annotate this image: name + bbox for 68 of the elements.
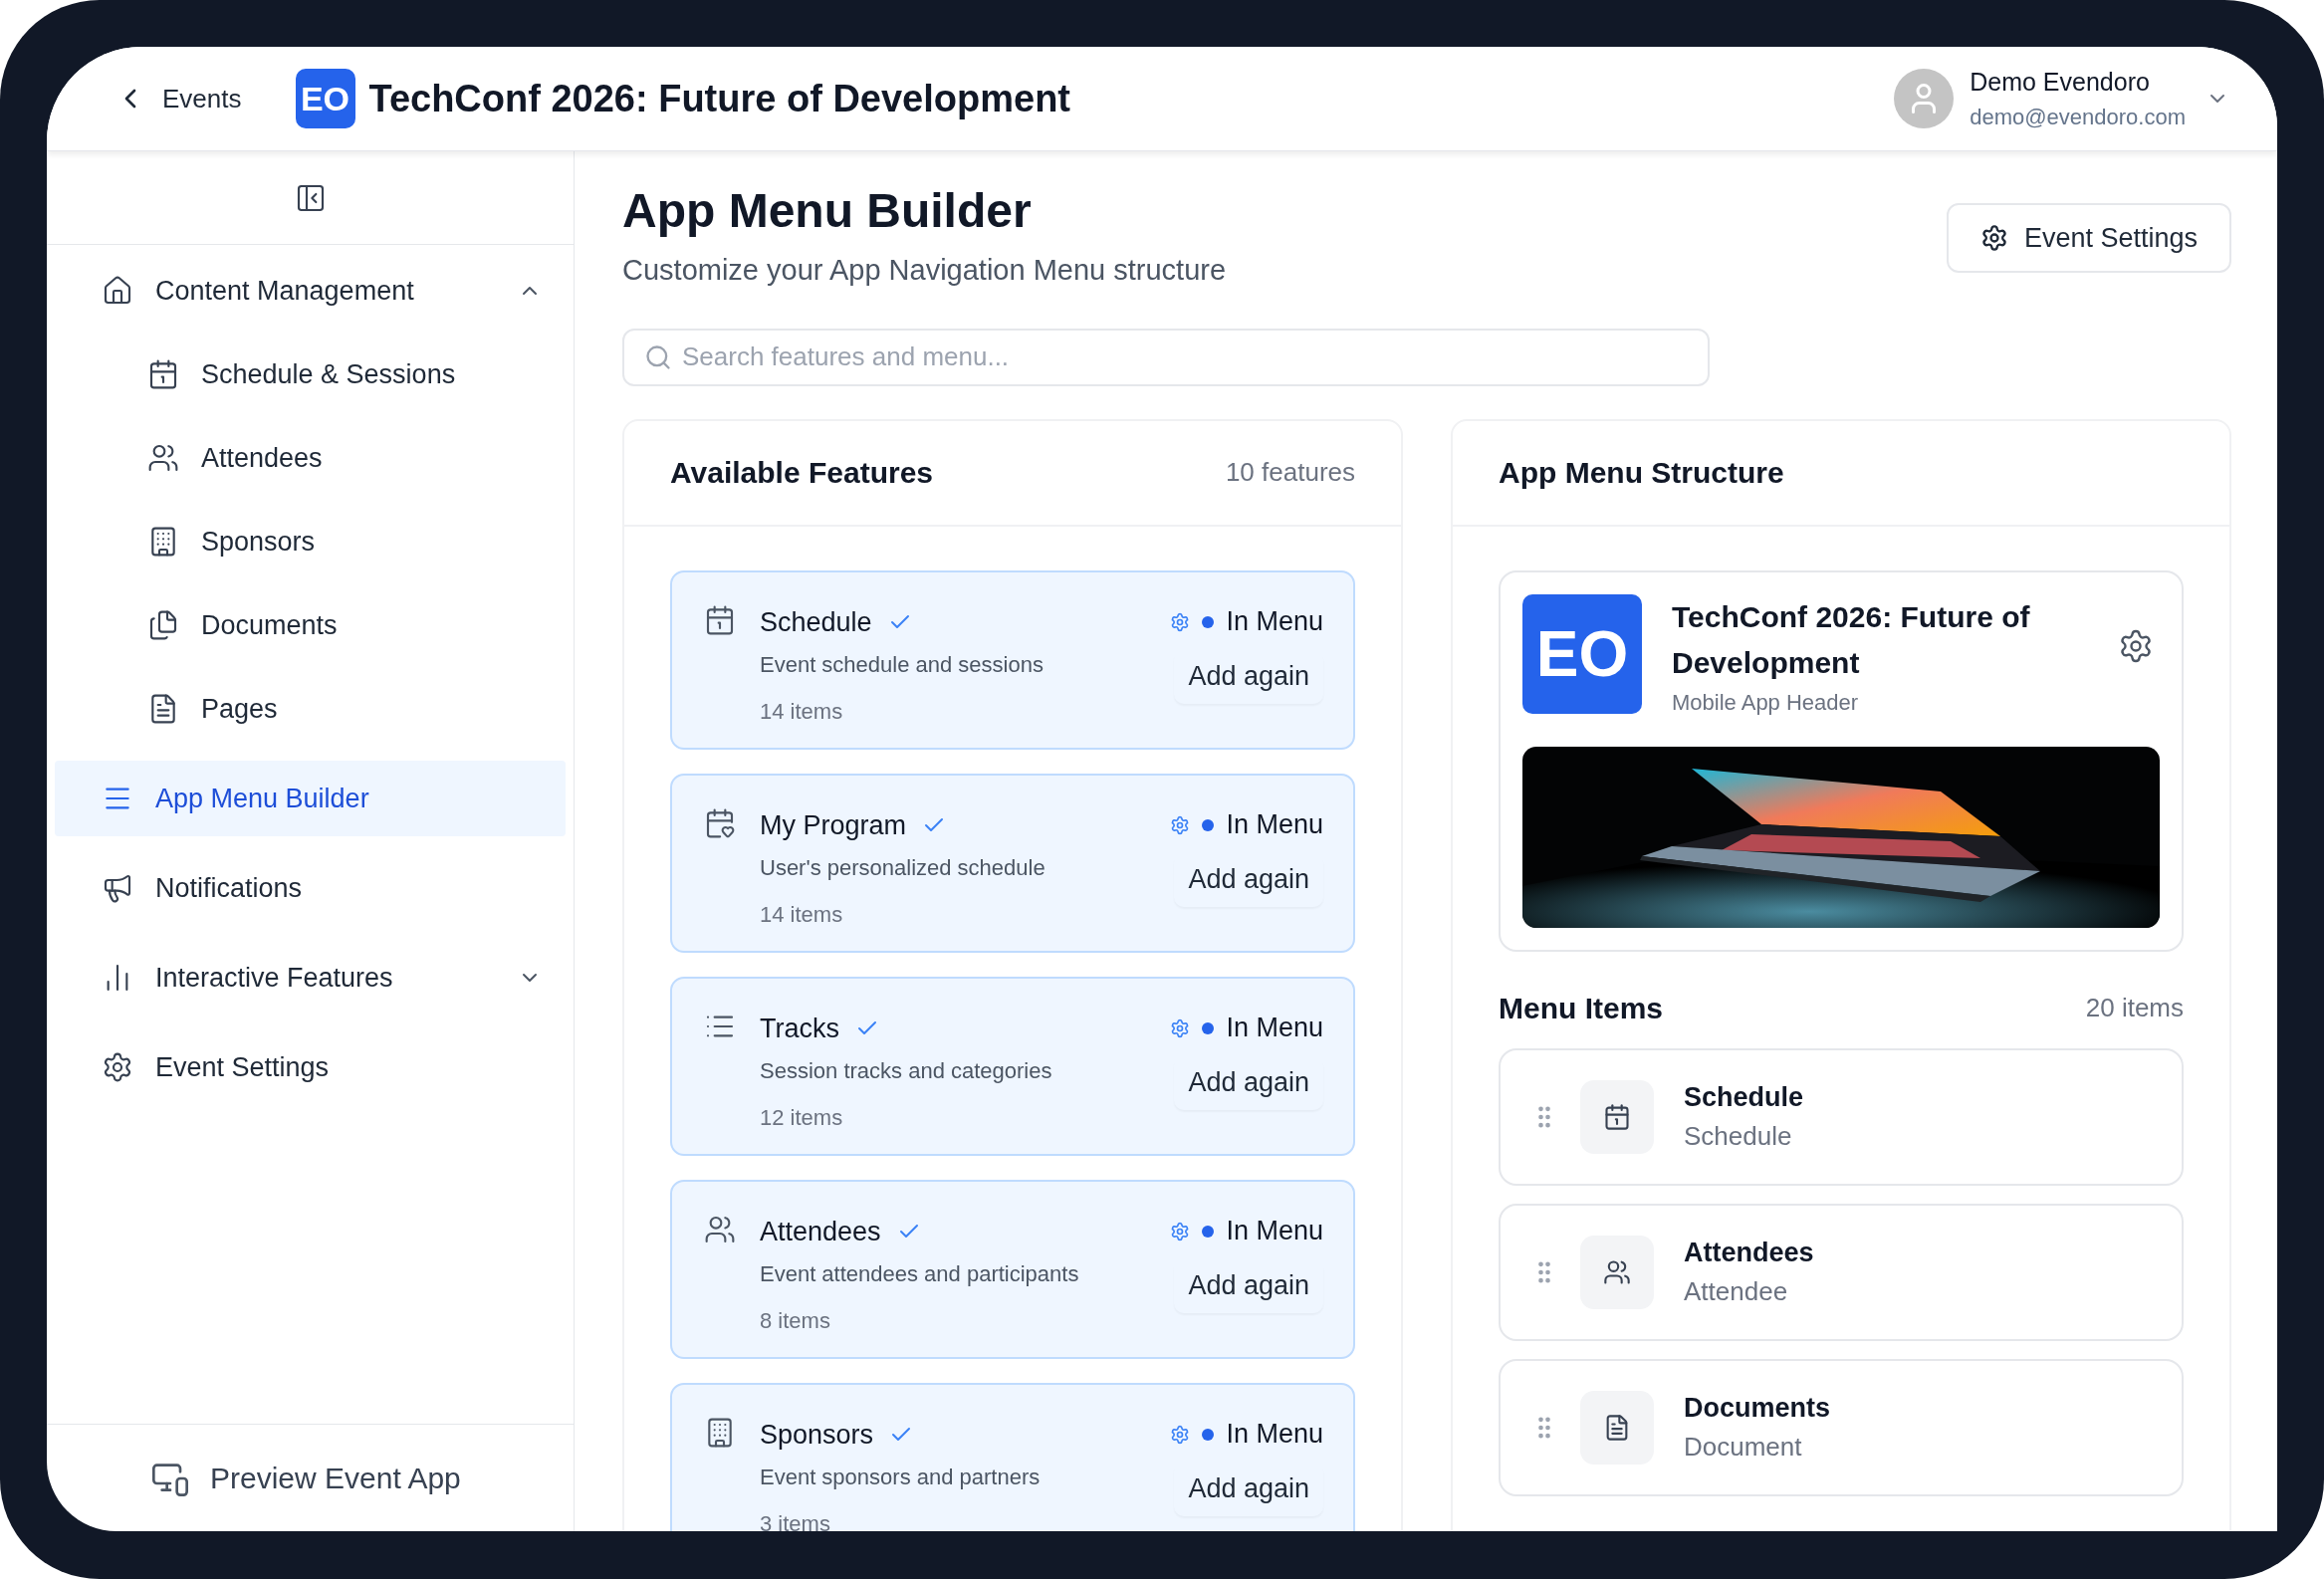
sidebar-item[interactable]: Sponsors (55, 504, 566, 579)
item-count: 12 items (760, 1104, 844, 1132)
add-again-button[interactable]: Add again (1174, 1055, 1323, 1110)
status-label: In Menu (1226, 605, 1323, 639)
section-title: Menu Items (1499, 990, 1664, 1026)
feature-name: Attendees (760, 1215, 881, 1248)
app-title: TechConf 2026: Future of Development (1672, 598, 2031, 681)
feature-description: Session tracks and categories (760, 1057, 1053, 1085)
search-field[interactable]: Search features and menu... (622, 328, 1710, 386)
add-again-button[interactable]: Add again (1174, 649, 1323, 704)
logo: EO (1522, 593, 1642, 714)
feature-name: My Program (760, 808, 907, 842)
preview-button[interactable]: Preview Event App (150, 1456, 461, 1500)
event-settings-button[interactable]: Event Settings (1946, 203, 2231, 273)
feature-name: Tracks (760, 1012, 839, 1045)
menu-item-subtitle: Attendee (1684, 1275, 1789, 1309)
feature-card[interactable]: My Program User's personalized schedule 14 items In Menu Add again (670, 773, 1355, 953)
menu-item-subtitle: Document (1684, 1431, 1803, 1465)
menu-item-count: 20 items (2085, 991, 2184, 1024)
menu-item-title: Documents (1684, 1391, 1831, 1425)
sidebar-item[interactable]: Interactive Features (55, 940, 566, 1015)
user-email: demo@evendoro.com (1970, 104, 2186, 132)
add-again-button[interactable]: Add again (1174, 852, 1323, 907)
feature-card[interactable]: Tracks Session tracks and categories 12 items In Menu Add again (670, 976, 1355, 1156)
feature-description: Event attendees and participants (760, 1260, 1080, 1288)
menu-item-title: Attendees (1684, 1236, 1814, 1269)
item-count: 14 items (760, 901, 844, 929)
sidebar-item[interactable]: Notifications (55, 850, 566, 926)
user-menu[interactable]: Demo Evendoro demo@evendoro.com (1894, 63, 2229, 134)
item-count: 8 items (760, 1307, 831, 1335)
status-label: In Menu (1226, 1215, 1323, 1248)
status-label: In Menu (1226, 1012, 1323, 1045)
user-name: Demo Evendoro (1970, 66, 2151, 98)
sidebar-item[interactable]: Schedule & Sessions (55, 337, 566, 412)
feature-name: Sponsors (760, 1418, 874, 1452)
feature-card[interactable]: Schedule Event schedule and sessions 14 items In Menu Add again (670, 569, 1355, 750)
add-again-button[interactable]: Add again (1174, 1462, 1323, 1516)
sidebar-item[interactable]: Documents (55, 587, 566, 663)
feature-description: Event sponsors and partners (760, 1464, 1042, 1491)
logo: EO (295, 69, 355, 128)
menu-item-card[interactable]: Documents Document (1499, 1358, 2184, 1496)
event-title: TechConf 2026: Future of Development (368, 76, 1071, 121)
sidebar-item[interactable]: Attendees (55, 420, 566, 496)
feature-description: Event schedule and sessions (760, 651, 1045, 679)
panel-title: App Menu Structure (1499, 455, 1784, 491)
menu-item-subtitle: Schedule (1684, 1120, 1793, 1154)
page-subtitle: Customize your App Navigation Menu structure (622, 253, 1227, 288)
menu-item-card[interactable]: Schedule Schedule (1499, 1047, 2184, 1186)
app-subtitle: Mobile App Header (1672, 688, 1860, 717)
panel-title: Available Features (670, 455, 933, 491)
item-count: 3 items (760, 1510, 831, 1531)
back-link[interactable]: Events (115, 79, 242, 118)
feature-card[interactable]: Attendees Event attendees and participants 8 items In Menu Add again (670, 1179, 1355, 1359)
menu-item-title: Schedule (1684, 1080, 1804, 1114)
status-label: In Menu (1226, 1418, 1323, 1452)
sidebar-item[interactable]: App Menu Builder (55, 761, 566, 836)
feature-count: 10 features (1225, 456, 1355, 489)
feature-description: User's personalized schedule (760, 854, 1046, 882)
feature-card[interactable]: Sponsors Event sponsors and partners 3 items In Menu Add again (670, 1382, 1355, 1531)
item-count: 14 items (760, 698, 844, 726)
sidebar-item[interactable]: Content Management (55, 253, 566, 329)
sidebar-item[interactable]: Event Settings (55, 1029, 566, 1105)
page-title: App Menu Builder (622, 183, 1033, 239)
add-again-button[interactable]: Add again (1174, 1258, 1323, 1313)
sidebar-item[interactable]: Pages (55, 671, 566, 747)
feature-name: Schedule (760, 605, 872, 639)
menu-item-card[interactable]: Attendees Attendee (1499, 1203, 2184, 1341)
status-label: In Menu (1226, 808, 1323, 842)
